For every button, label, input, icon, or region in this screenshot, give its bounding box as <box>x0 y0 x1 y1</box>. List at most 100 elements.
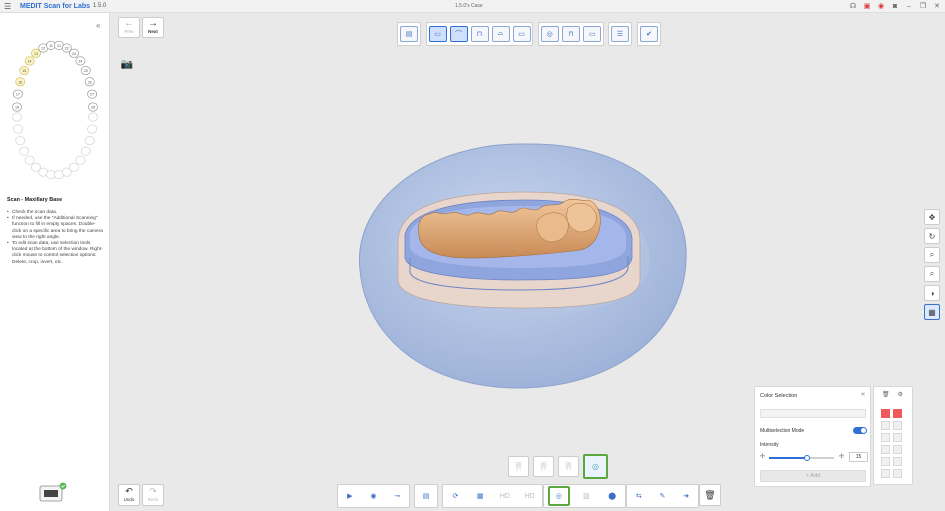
color-swatch[interactable] <box>881 469 890 478</box>
pan-move-icon[interactable]: ✥ <box>924 209 940 225</box>
tooth-23[interactable]: 23 <box>69 48 79 58</box>
color-swatch[interactable] <box>881 409 890 418</box>
tooth-18[interactable]: 18 <box>12 102 22 112</box>
align-data-icon[interactable]: ⇆ <box>630 488 648 504</box>
color-swatch[interactable] <box>893 433 902 442</box>
complete-check-icon[interactable]: ✔ <box>640 26 658 42</box>
tooth-28[interactable]: 28 <box>88 102 98 112</box>
selection-tools: 🦷 🦷 🦷 ◎ <box>508 453 610 480</box>
intensity-increase-icon[interactable]: ✣ <box>839 453 844 460</box>
intensity-decrease-icon[interactable]: ✣ <box>760 453 765 460</box>
tooth-17[interactable]: 17 <box>12 89 23 99</box>
stage-mandible-icon[interactable]: ▭ <box>512 26 531 42</box>
select-tooth-area-icon[interactable]: 🦷 <box>558 456 579 477</box>
zoom-icon[interactable]: ⌕ <box>924 247 940 263</box>
sliders-icon[interactable]: ☰ <box>611 26 629 42</box>
selection-tools-icon[interactable]: ◎ <box>547 486 570 506</box>
trash-icon[interactable]: 🗑 <box>882 391 890 398</box>
tooth-46[interactable] <box>15 136 26 146</box>
hd-area-icon[interactable]: HD <box>521 488 539 504</box>
record-icon[interactable]: ◉ <box>877 2 885 11</box>
color-swatch[interactable] <box>881 421 890 430</box>
tooth-44[interactable] <box>24 155 35 165</box>
multiselection-toggle[interactable] <box>853 427 867 434</box>
image-view-icon[interactable]: ▤ <box>417 488 435 504</box>
color-swatch[interactable] <box>893 457 902 466</box>
swatch-grid <box>881 409 902 478</box>
scanner-device-icon[interactable] <box>38 481 68 503</box>
tooth-25[interactable]: 25 <box>80 66 91 76</box>
stage-maxilla-die-icon[interactable]: ⊓ <box>470 26 489 42</box>
next-button[interactable]: → Next <box>142 17 164 38</box>
hamburger-menu-icon[interactable]: ☰ <box>4 2 16 11</box>
instruction-item: To edit scan data, use selection tools l… <box>7 241 103 266</box>
color-display-icon[interactable]: ◑ <box>924 285 940 301</box>
tooth-chart[interactable]: 18 17 16 15 141312 11 21 222324 25 26 27 28 <box>0 25 110 185</box>
prev-button[interactable]: ← Prev <box>118 17 140 38</box>
color-swatch[interactable] <box>893 469 902 478</box>
headset-icon[interactable]: ☊ <box>849 2 857 11</box>
tooth-27[interactable]: 27 <box>87 89 98 99</box>
screenshot-camera-icon[interactable]: 📷 <box>120 59 134 71</box>
color-swatch[interactable] <box>893 421 902 430</box>
minimize-icon[interactable]: – <box>905 2 913 11</box>
tooth-38[interactable] <box>88 112 98 122</box>
intensity-label: Intensity <box>760 442 779 448</box>
intensity-slider[interactable] <box>769 455 834 461</box>
lock-icon[interactable]: ▧ <box>577 488 595 504</box>
undo-button[interactable]: ↶ Undo <box>118 484 140 506</box>
tooth-15[interactable]: 15 <box>19 66 30 76</box>
color-swatch[interactable] <box>893 445 902 454</box>
stage-maxilla-icon[interactable]: ⌒ <box>449 26 468 42</box>
zoom-fit-icon[interactable]: ⌕ <box>924 266 940 282</box>
scanner-tip-icon[interactable]: ⊸ <box>388 488 406 504</box>
screen-capture-icon[interactable]: ▣ <box>863 2 871 11</box>
fill-icon[interactable]: ▦ <box>471 488 489 504</box>
tooth-36[interactable] <box>84 136 95 146</box>
case-info-icon[interactable]: ▤ <box>400 26 418 42</box>
color-swatch[interactable] <box>881 445 890 454</box>
export-data-icon[interactable]: ➜ <box>677 488 695 504</box>
tooth-26[interactable]: 26 <box>84 77 95 87</box>
tooth-24[interactable]: 24 <box>75 56 86 66</box>
stage-impression-icon[interactable]: ◎ <box>540 26 559 42</box>
tooth-48[interactable] <box>12 112 22 122</box>
edit-data-icon[interactable]: ✎ <box>653 488 671 504</box>
tooth-33[interactable] <box>69 162 79 172</box>
gear-icon[interactable]: ⚙ <box>898 391 903 398</box>
tooth-45[interactable] <box>19 146 30 156</box>
collapse-panel-icon[interactable]: « <box>861 391 865 398</box>
texture-view-icon[interactable]: ▦ <box>924 304 940 320</box>
stage-occlusion-icon[interactable]: ⊓ <box>561 26 580 42</box>
add-color-button[interactable]: + Add <box>760 470 866 482</box>
color-swatch[interactable] <box>893 409 902 418</box>
tooth-37[interactable] <box>87 124 98 134</box>
refresh-icon[interactable]: ⟳ <box>446 488 464 504</box>
select-tooth-brush-icon[interactable]: 🦷 <box>508 456 529 477</box>
select-tooth-lasso-icon[interactable]: 🦷 <box>533 456 554 477</box>
color-swatch[interactable] <box>881 433 890 442</box>
intensity-value[interactable]: 15 <box>849 452 868 462</box>
camera-icon[interactable]: ◙ <box>891 2 899 11</box>
stage-mandible-base-icon[interactable]: ⌓ <box>491 26 510 42</box>
stage-maxillary-base-icon[interactable]: ▭ <box>428 26 447 42</box>
stage-bite-icon[interactable]: ▭ <box>583 26 602 42</box>
intensity-handle[interactable] <box>803 455 810 461</box>
play-icon[interactable]: ▶ <box>341 488 359 504</box>
tooth-35[interactable] <box>80 146 91 156</box>
tooth-14[interactable]: 14 <box>24 56 35 66</box>
tooth-34[interactable] <box>75 155 86 165</box>
redo-button[interactable]: ↷ Redo <box>142 484 164 506</box>
scan-view-icon[interactable]: ◉ <box>364 488 382 504</box>
delete-button[interactable]: 🗑 <box>699 484 721 506</box>
tooth-16[interactable]: 16 <box>15 77 26 87</box>
3d-scan-viewport[interactable] <box>350 130 695 395</box>
rotate-icon[interactable]: ↻ <box>924 228 940 244</box>
close-icon[interactable]: ✕ <box>933 2 941 11</box>
color-swatch[interactable] <box>881 457 890 466</box>
hd-scan-icon[interactable]: HD <box>496 488 514 504</box>
tooth-47[interactable] <box>12 124 23 134</box>
restore-icon[interactable]: ❐ <box>919 2 927 11</box>
toggle-visibility-icon[interactable]: ⬤ <box>603 488 621 504</box>
color-selection-tool-icon[interactable]: ◎ <box>583 454 608 479</box>
